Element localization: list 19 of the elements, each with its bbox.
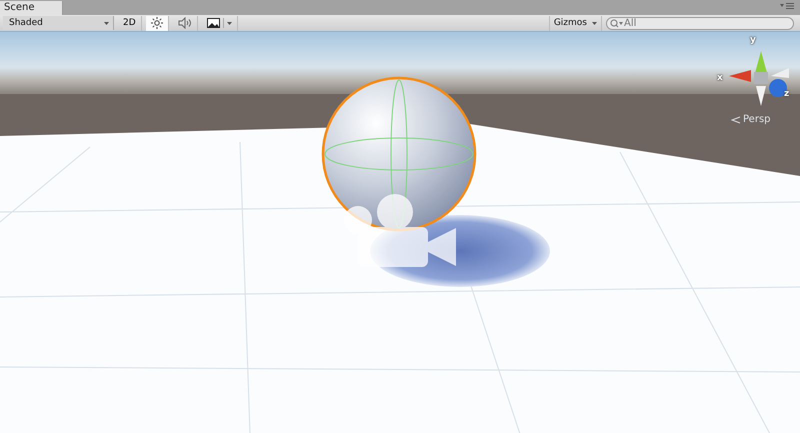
search-box[interactable]: All bbox=[606, 16, 794, 30]
panel-menu-icon[interactable] bbox=[780, 2, 794, 10]
sun-icon[interactable] bbox=[146, 16, 169, 30]
scene-tab[interactable]: Scene bbox=[0, 1, 62, 15]
search-field[interactable]: All bbox=[624, 18, 774, 28]
2d-toggle[interactable]: 2D bbox=[118, 16, 142, 30]
shading-mode-label: Shaded bbox=[9, 18, 43, 28]
image-icon bbox=[206, 18, 220, 28]
x-axis-label: x bbox=[717, 74, 723, 83]
caret-icon bbox=[592, 22, 597, 24]
caret-icon bbox=[226, 22, 232, 24]
caret-icon bbox=[104, 22, 109, 24]
gizmos-label: Gizmos bbox=[554, 18, 587, 28]
shading-mode-dropdown[interactable]: Shaded bbox=[3, 16, 114, 30]
projection-toggle[interactable]: Persp bbox=[731, 114, 770, 125]
y-axis-label: y bbox=[750, 36, 756, 45]
gizmos-dropdown[interactable]: Gizmos bbox=[548, 16, 602, 30]
z-axis-label: z bbox=[784, 90, 790, 99]
search-icon[interactable] bbox=[610, 18, 624, 28]
